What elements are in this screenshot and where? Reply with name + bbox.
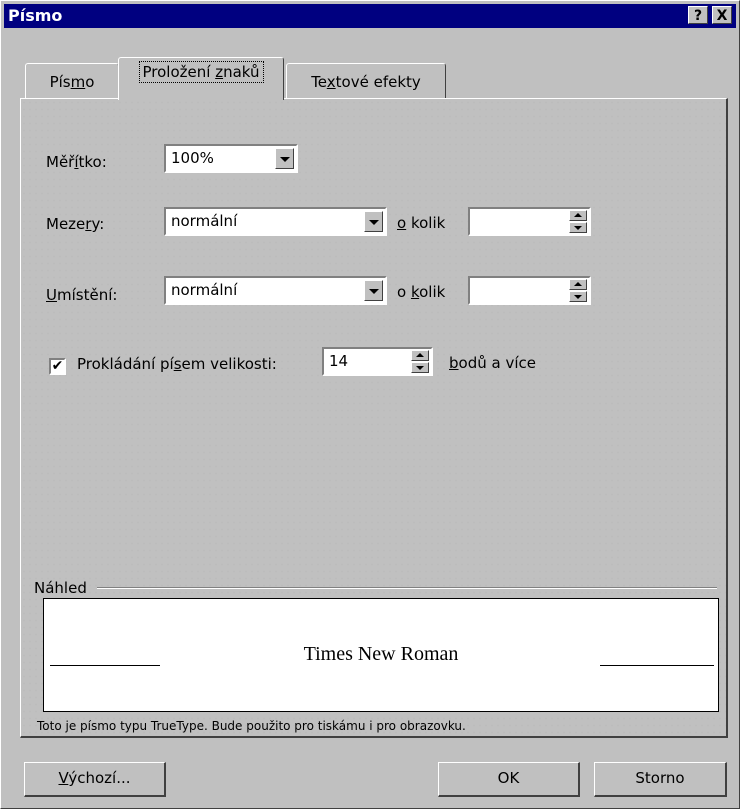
help-button[interactable]: ? [688,6,708,24]
preview-box: Times New Roman [43,598,719,712]
spin-up-icon[interactable] [569,210,587,221]
scale-dropdown[interactable]: 100% [164,144,298,173]
scale-value: 100% [171,149,214,167]
spacing-dropdown[interactable]: normální [164,207,387,236]
tab-character-spacing[interactable]: Proložení znaků [118,57,284,100]
tab-text-effects[interactable]: Textové efekty [286,63,446,98]
position-label: Umístění: [46,286,118,304]
position-by-label: o kolik [397,283,446,301]
spacing-by-label: o kolik [397,214,446,232]
preview-group-divider [97,587,717,589]
spacing-label: Mezery: [46,215,105,233]
spin-up-icon[interactable] [411,350,429,361]
font-dialog: Písmo ? X Písmo Proložení znaků Textové … [0,0,740,809]
kerning-size-spinner[interactable]: 14 [322,347,433,376]
kerning-suffix: bodů a více [449,354,536,372]
title-bar: Písmo ? X [4,4,736,28]
kerning-size-value: 14 [329,352,349,370]
spin-down-icon[interactable] [569,291,587,302]
preview-sample-text: Times New Roman [303,643,459,665]
preview-group-label: Náhled [34,579,87,597]
default-button[interactable]: Výchozí... [24,762,166,797]
spin-up-icon[interactable] [569,279,587,290]
chevron-down-icon[interactable] [275,148,294,169]
kerning-label: Prokládání písem velikosti: [77,355,277,373]
spacing-by-spinner[interactable] [468,207,591,236]
spinner-buttons[interactable] [569,210,587,233]
spacing-value: normální [171,212,238,230]
spinner-buttons[interactable] [411,350,429,373]
preview-note: Toto je písmo typu TrueType. Bude použit… [37,719,466,733]
window-title: Písmo [8,6,63,25]
scale-label: Měřítko: [46,153,107,171]
chevron-down-icon[interactable] [364,211,383,232]
kerning-checkbox[interactable]: ✔ [49,358,66,375]
cancel-button[interactable]: Storno [594,762,727,797]
position-value: normální [171,281,238,299]
spin-down-icon[interactable] [569,222,587,233]
position-dropdown[interactable]: normální [164,276,387,305]
spin-down-icon[interactable] [411,362,429,373]
spinner-buttons[interactable] [569,279,587,302]
close-button[interactable]: X [712,6,732,24]
ok-button[interactable]: OK [438,762,580,797]
tab-font[interactable]: Písmo [25,63,119,98]
preview-line-right [600,665,714,666]
chevron-down-icon[interactable] [364,280,383,301]
position-by-spinner[interactable] [468,276,591,305]
